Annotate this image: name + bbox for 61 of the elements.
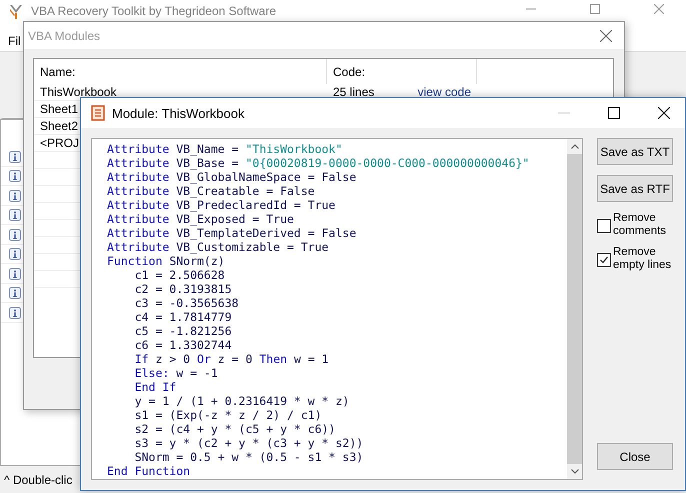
info-icon [9,188,21,202]
view-code-link[interactable]: view code [418,85,471,99]
document-icon [91,105,105,121]
code-line: Attribute VB_Name = "ThisWorkbook" [107,142,342,156]
window-title: VBA Modules [28,28,102,42]
code-line: s3 = y * (c2 + y * (c3 + y * s2)) [134,436,364,450]
line-count: 25 lines [333,85,374,99]
code-line: c5 = -1.821256 [134,324,232,338]
code-line: Attribute VB_Customizable = True [107,240,329,254]
code-line: Attribute VB_Exposed = True [107,212,294,226]
column-header: Code: [327,59,477,84]
window-title: Module: ThisWorkbook [112,106,244,120]
scrollbar[interactable] [567,139,582,479]
code-line: s1 = (Exp(-z * z / 2) / c1) [134,408,322,422]
checkbox-label[interactable]: Remove empty lines [613,246,673,272]
info-icon [9,266,21,280]
checkbox[interactable] [597,219,611,233]
info-icon [9,208,21,222]
code-line: Attribute VB_Creatable = False [107,184,315,198]
code-line: Attribute VB_Base = "0{00020819-0000-0000-C000-000000000046}" [107,156,530,170]
menu-item[interactable]: Fil [8,34,21,48]
code-line: End Function [107,464,190,478]
module-name[interactable]: Sheet2 [40,119,78,133]
code-line: y = 1 / (1 + 0.2316419 * w * z) [134,394,350,408]
checkbox[interactable] [597,253,611,267]
info-icon [9,169,21,182]
save-button[interactable]: Save as TXT [597,138,673,165]
status-text: ^ Double-clic [4,472,72,486]
checkbox-label[interactable]: Remove comments [613,212,673,238]
code-line: s2 = (c4 + y * (c5 + y * c6)) [134,422,336,436]
code-line: Attribute VB_TemplateDerived = False [107,226,356,240]
code-line: c4 = 1.7814779 [134,310,232,324]
code-line: c2 = 0.3193815 [134,282,232,296]
app-logo-icon [9,4,23,20]
checkmark-icon [599,255,609,265]
close-button[interactable]: Close [597,443,673,470]
code-line: Else: w = -1 [134,366,218,380]
module-name[interactable]: <PROJ [40,136,80,150]
info-icon [9,228,21,241]
column-header: Name: [34,59,327,84]
module-name[interactable]: ThisWorkbook [40,85,116,99]
code-line: Function SNorm(z) [107,254,225,268]
info-icon [9,247,21,260]
save-button[interactable]: Save as RTF [597,175,673,202]
info-icon [9,286,21,300]
code-line: c6 = 1.3302744 [134,338,232,352]
code-line: c1 = 2.506628 [134,268,225,282]
maximize-icon[interactable] [608,107,620,119]
info-icon [9,306,21,319]
close-icon[interactable] [658,107,670,119]
module-name[interactable]: Sheet1 [40,102,78,116]
scroll-up-icon[interactable] [570,144,578,149]
window-title: VBA Recovery Toolkit by Thegrideon Software [31,4,276,18]
scroll-down-icon[interactable] [570,469,578,474]
code-line: SNorm = 0.5 + w * (0.5 - s1 * s3) [134,450,364,464]
info-icon [9,150,21,163]
code-line: Attribute VB_PredeclaredId = True [107,198,336,212]
code-line: Attribute VB_GlobalNameSpace = False [107,170,356,184]
code-line: If z > 0 Or z = 0 Then w = 1 [134,352,329,366]
code-line: c3 = -0.3565638 [134,296,239,310]
code-line: End If [134,380,176,394]
